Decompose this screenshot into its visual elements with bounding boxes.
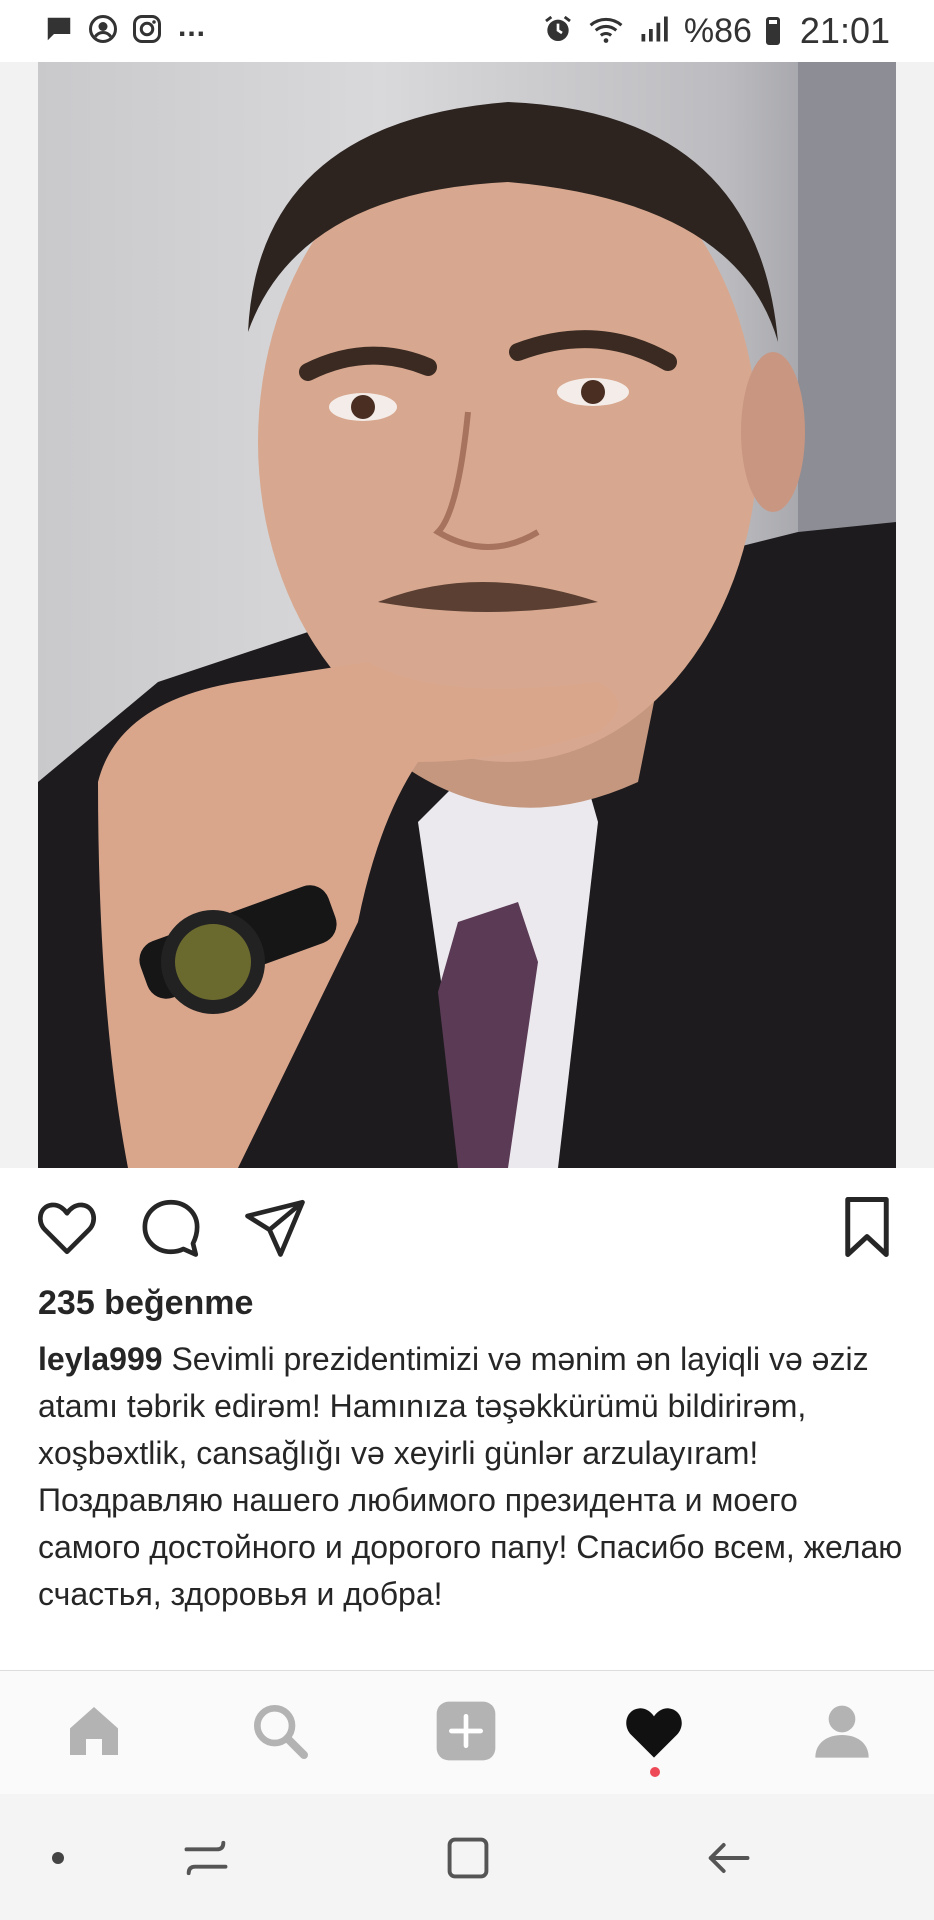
search-icon[interactable] bbox=[248, 1699, 312, 1763]
clock: 21:01 bbox=[799, 10, 890, 51]
status-bar: ... %86 21:01 bbox=[0, 0, 934, 62]
heart-filled-icon[interactable] bbox=[622, 1699, 686, 1763]
post-image-container bbox=[0, 62, 934, 1168]
home-square-icon[interactable] bbox=[442, 1832, 494, 1884]
status-bar-left: ... bbox=[44, 10, 206, 49]
caption-ru-text: Поздравляю нашего любимого президента и … bbox=[38, 1482, 903, 1612]
instagram-icon bbox=[132, 14, 162, 49]
message-icon bbox=[44, 14, 74, 49]
home-icon[interactable] bbox=[62, 1699, 126, 1763]
caption-az-paragraph: leyla999 Sevimli prezidentimizi və mənim… bbox=[38, 1336, 906, 1477]
battery-percent: %86 bbox=[683, 11, 752, 50]
account-circle-icon bbox=[88, 14, 118, 49]
dot-icon[interactable] bbox=[34, 1834, 82, 1882]
back-icon[interactable] bbox=[702, 1832, 754, 1884]
add-icon[interactable] bbox=[434, 1699, 498, 1763]
username-link[interactable]: leyla999 bbox=[38, 1341, 163, 1377]
like-count[interactable]: 235 beğenme bbox=[38, 1284, 253, 1323]
share-icon[interactable] bbox=[242, 1194, 308, 1260]
wifi-icon bbox=[588, 13, 624, 50]
caption-az-text: Sevimli prezidentimizi və mənim ən layiq… bbox=[38, 1341, 869, 1471]
heart-icon[interactable] bbox=[34, 1194, 100, 1260]
portrait-photo bbox=[38, 62, 896, 1168]
android-navigation-bar bbox=[0, 1794, 934, 1920]
recents-icon[interactable] bbox=[180, 1832, 232, 1884]
comment-icon[interactable] bbox=[138, 1194, 204, 1260]
status-bar-right: %86 21:01 bbox=[542, 10, 890, 52]
post-actions bbox=[0, 1180, 934, 1270]
profile-icon[interactable] bbox=[810, 1699, 874, 1763]
instagram-bottom-nav bbox=[0, 1670, 934, 1794]
alarm-icon bbox=[542, 13, 574, 50]
bookmark-icon[interactable] bbox=[834, 1194, 900, 1260]
post-caption: leyla999 Sevimli prezidentimizi və mənim… bbox=[38, 1336, 906, 1618]
signal-icon bbox=[638, 14, 670, 49]
battery-icon bbox=[765, 17, 780, 45]
post-photo[interactable] bbox=[38, 62, 896, 1168]
activity-notification-dot bbox=[650, 1767, 660, 1777]
more-notifications: ... bbox=[178, 10, 207, 43]
